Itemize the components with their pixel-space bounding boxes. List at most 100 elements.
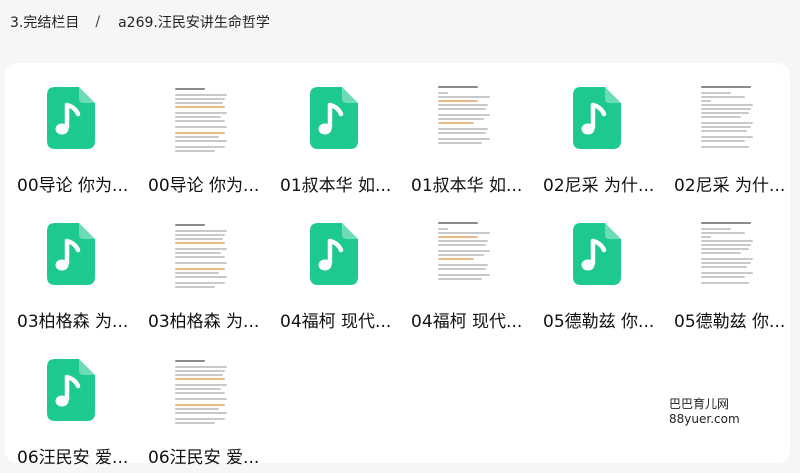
text-line bbox=[175, 146, 225, 148]
text-line bbox=[438, 138, 490, 140]
text-line bbox=[438, 92, 448, 94]
music-file-icon bbox=[310, 87, 358, 149]
text-line bbox=[701, 262, 751, 264]
file-name: 05德勒兹 你... bbox=[674, 312, 786, 332]
text-line bbox=[175, 112, 227, 114]
text-line bbox=[438, 264, 488, 266]
text-line bbox=[701, 122, 753, 124]
text-line bbox=[175, 102, 223, 104]
breadcrumb-parent[interactable]: 3.完结栏目 bbox=[10, 12, 79, 32]
text-line bbox=[701, 146, 749, 148]
text-line bbox=[701, 228, 731, 230]
document-file-tile[interactable]: 04福柯 现代... bbox=[405, 209, 525, 337]
document-file-tile[interactable]: 00导论 你为... bbox=[142, 73, 262, 201]
music-file-icon bbox=[47, 223, 95, 285]
document-file-tile[interactable]: 02尼采 为什... bbox=[668, 73, 788, 201]
text-line bbox=[438, 258, 474, 260]
text-line bbox=[701, 104, 753, 106]
text-line bbox=[438, 222, 478, 224]
text-line bbox=[701, 130, 747, 132]
text-line bbox=[701, 112, 749, 114]
document-page-preview bbox=[167, 350, 237, 430]
text-line bbox=[175, 360, 205, 362]
text-line bbox=[701, 108, 751, 110]
document-thumbnail bbox=[668, 209, 788, 299]
file-name: 03柏格森 为... bbox=[148, 312, 260, 332]
text-line bbox=[701, 96, 745, 98]
text-line bbox=[175, 404, 225, 406]
text-line bbox=[175, 248, 227, 250]
text-line bbox=[701, 266, 747, 268]
text-line bbox=[175, 120, 225, 122]
document-file-tile[interactable]: 05德勒兹 你... bbox=[668, 209, 788, 337]
text-line bbox=[438, 118, 484, 120]
document-thumbnail bbox=[668, 73, 788, 163]
file-name: 06汪民安 爱... bbox=[148, 448, 260, 468]
text-line bbox=[701, 222, 751, 224]
text-line bbox=[701, 272, 753, 274]
audio-file-tile[interactable]: 06汪民安 爱... bbox=[11, 345, 131, 473]
document-file-tile[interactable]: 03柏格森 为... bbox=[142, 209, 262, 337]
text-line bbox=[175, 116, 221, 118]
site-watermark: 巴巴育儿网 88yuer.com bbox=[669, 397, 740, 426]
text-line bbox=[701, 232, 745, 234]
text-line bbox=[701, 248, 749, 250]
text-line bbox=[438, 232, 490, 234]
text-line bbox=[701, 100, 711, 102]
text-line bbox=[175, 384, 227, 386]
text-line bbox=[175, 94, 227, 96]
text-line bbox=[438, 100, 478, 102]
text-line bbox=[438, 132, 486, 134]
audio-file-tile[interactable]: 00导论 你为... bbox=[11, 73, 131, 201]
text-line bbox=[175, 422, 215, 424]
document-thumbnail bbox=[142, 73, 262, 163]
audio-file-tile[interactable]: 02尼采 为什... bbox=[537, 73, 657, 201]
file-name: 03柏格森 为... bbox=[17, 312, 129, 332]
text-line bbox=[175, 412, 227, 414]
text-line bbox=[175, 256, 225, 258]
document-file-tile[interactable]: 06汪民安 爱... bbox=[142, 345, 262, 473]
audio-thumbnail bbox=[537, 209, 657, 299]
text-line bbox=[175, 106, 225, 108]
audio-file-tile[interactable]: 01叔本华 如... bbox=[274, 73, 394, 201]
text-line bbox=[438, 104, 488, 106]
document-thumbnail bbox=[142, 209, 262, 299]
breadcrumb-separator: / bbox=[95, 14, 101, 30]
text-line bbox=[438, 236, 478, 238]
audio-file-tile[interactable]: 05德勒兹 你... bbox=[537, 209, 657, 337]
text-line bbox=[701, 236, 711, 238]
text-line bbox=[438, 268, 486, 270]
file-name: 00导论 你为... bbox=[148, 176, 260, 196]
text-line bbox=[701, 140, 745, 142]
text-line bbox=[175, 230, 227, 232]
text-line bbox=[438, 244, 486, 246]
text-line bbox=[438, 128, 488, 130]
text-line bbox=[175, 252, 221, 254]
document-page-preview bbox=[167, 214, 237, 294]
text-line bbox=[175, 98, 225, 100]
music-file-icon bbox=[47, 359, 95, 421]
document-thumbnail bbox=[142, 345, 262, 435]
file-name: 04福柯 现代... bbox=[280, 312, 392, 332]
file-name: 05德勒兹 你... bbox=[543, 312, 655, 332]
document-file-tile[interactable]: 01叔本华 如... bbox=[405, 73, 525, 201]
text-line bbox=[438, 142, 482, 144]
text-line bbox=[175, 408, 219, 410]
text-line bbox=[438, 240, 488, 242]
text-line bbox=[175, 392, 225, 394]
audio-thumbnail bbox=[274, 73, 394, 163]
text-line bbox=[175, 272, 219, 274]
audio-file-tile[interactable]: 04福柯 现代... bbox=[274, 209, 394, 337]
text-line bbox=[438, 278, 482, 280]
music-file-icon bbox=[573, 223, 621, 285]
text-line bbox=[175, 398, 227, 400]
file-name: 01叔本华 如... bbox=[411, 176, 523, 196]
audio-file-tile[interactable]: 03柏格森 为... bbox=[11, 209, 131, 337]
text-line bbox=[175, 282, 225, 284]
text-line bbox=[175, 276, 227, 278]
document-page-preview bbox=[693, 214, 763, 294]
text-line bbox=[175, 88, 205, 90]
text-line bbox=[438, 108, 486, 110]
audio-thumbnail bbox=[11, 73, 131, 163]
text-line bbox=[701, 136, 753, 138]
